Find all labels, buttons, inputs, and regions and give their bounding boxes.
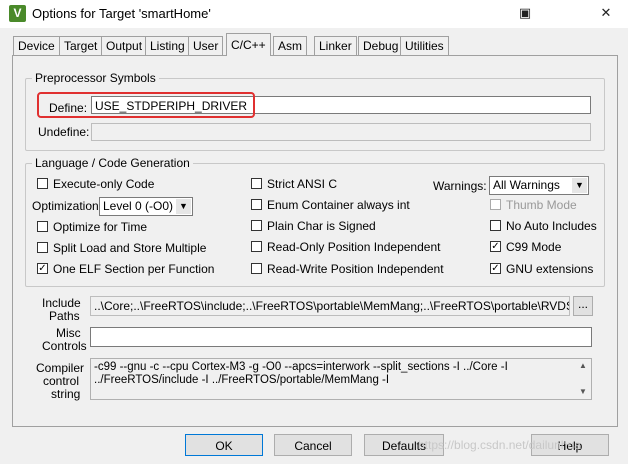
tab-output[interactable]: Output — [101, 36, 148, 55]
language-legend: Language / Code Generation — [32, 156, 193, 170]
thumb-mode-checkbox[interactable] — [490, 199, 501, 210]
cancel-button[interactable]: Cancel — [274, 434, 352, 456]
tab-debug[interactable]: Debug — [358, 36, 404, 55]
scroll-down-icon[interactable]: ▼ — [578, 387, 588, 397]
split-load-label: Split Load and Store Multiple — [53, 241, 207, 255]
tab-c-cpp[interactable]: C/C++ — [226, 33, 271, 56]
execute-only-checkbox[interactable] — [37, 178, 48, 189]
window-title: Options for Target 'smartHome' — [32, 6, 211, 21]
tab-user[interactable]: User — [188, 36, 224, 55]
one-elf-checkbox[interactable]: ✓ — [37, 263, 48, 274]
optimization-label: Optimization: — [32, 199, 103, 213]
ro-position-label: Read-Only Position Independent — [267, 240, 441, 254]
chevron-down-icon[interactable]: ▼ — [572, 178, 587, 193]
execute-only-label: Execute-only Code — [53, 177, 155, 191]
help-context-icon[interactable]: ▣ — [503, 0, 547, 28]
rw-position-checkbox[interactable] — [251, 263, 262, 274]
include-paths-label-1: Include — [42, 296, 81, 310]
optimize-time-checkbox[interactable] — [37, 221, 48, 232]
gnu-extensions-label: GNU extensions — [506, 262, 594, 276]
undefine-label: Undefine: — [38, 125, 90, 139]
optimization-select[interactable]: Level 0 (-O0) ▼ — [99, 197, 193, 216]
compiler-string-label-3: string — [51, 387, 81, 401]
warnings-label: Warnings: — [433, 179, 487, 193]
tab-linker[interactable]: Linker — [314, 36, 357, 55]
define-highlight-box — [37, 92, 255, 118]
gnu-extensions-checkbox[interactable]: ✓ — [490, 263, 501, 274]
strict-ansi-checkbox[interactable] — [251, 178, 262, 189]
include-paths-label-2: Paths — [49, 309, 80, 323]
no-auto-includes-checkbox[interactable] — [490, 220, 501, 231]
tab-target[interactable]: Target — [59, 36, 103, 55]
undefine-input[interactable] — [91, 123, 591, 141]
optimization-value: Level 0 (-O0) — [103, 199, 174, 213]
misc-controls-input[interactable] — [90, 327, 592, 347]
ok-button[interactable]: OK — [185, 434, 263, 456]
misc-controls-label-2: Controls — [42, 339, 87, 353]
rw-position-label: Read-Write Position Independent — [267, 262, 444, 276]
c99-mode-label: C99 Mode — [506, 240, 562, 254]
keil-app-icon: V — [9, 5, 26, 22]
enum-container-label: Enum Container always int — [267, 198, 410, 212]
preprocessor-legend: Preprocessor Symbols — [32, 71, 159, 85]
tab-asm[interactable]: Asm — [273, 36, 307, 55]
close-icon[interactable]: ✕ — [584, 0, 628, 28]
c99-mode-checkbox[interactable]: ✓ — [490, 241, 501, 252]
ro-position-checkbox[interactable] — [251, 241, 262, 252]
tab-device[interactable]: Device — [13, 36, 60, 55]
misc-controls-label-1: Misc — [56, 326, 81, 340]
tab-utilities[interactable]: Utilities — [400, 36, 449, 55]
enum-container-checkbox[interactable] — [251, 199, 262, 210]
plain-char-checkbox[interactable] — [251, 220, 262, 231]
strict-ansi-label: Strict ANSI C — [267, 177, 338, 191]
thumb-mode-label: Thumb Mode — [506, 198, 577, 212]
tab-listing[interactable]: Listing — [145, 36, 190, 55]
no-auto-includes-label: No Auto Includes — [506, 219, 597, 233]
one-elf-label: One ELF Section per Function — [53, 262, 215, 276]
warnings-select[interactable]: All Warnings ▼ — [489, 176, 589, 195]
compiler-string-label-1: Compiler — [36, 361, 85, 375]
chevron-down-icon[interactable]: ▼ — [176, 199, 191, 214]
watermark-text: https://blog.csdn.net/dailunhua — [418, 438, 581, 452]
include-paths-input[interactable]: ..\Core;..\FreeRTOS\include;..\FreeRTOS\… — [90, 296, 570, 316]
compiler-string-textarea[interactable]: -c99 --gnu -c --cpu Cortex-M3 -g -O0 --a… — [90, 358, 592, 400]
scroll-up-icon[interactable]: ▲ — [578, 361, 588, 371]
optimize-time-label: Optimize for Time — [53, 220, 148, 234]
plain-char-label: Plain Char is Signed — [267, 219, 376, 233]
compiler-string-label-2: control — [43, 374, 80, 388]
include-paths-browse-button[interactable]: ... — [573, 296, 593, 316]
split-load-checkbox[interactable] — [37, 242, 48, 253]
warnings-value: All Warnings — [493, 178, 560, 192]
